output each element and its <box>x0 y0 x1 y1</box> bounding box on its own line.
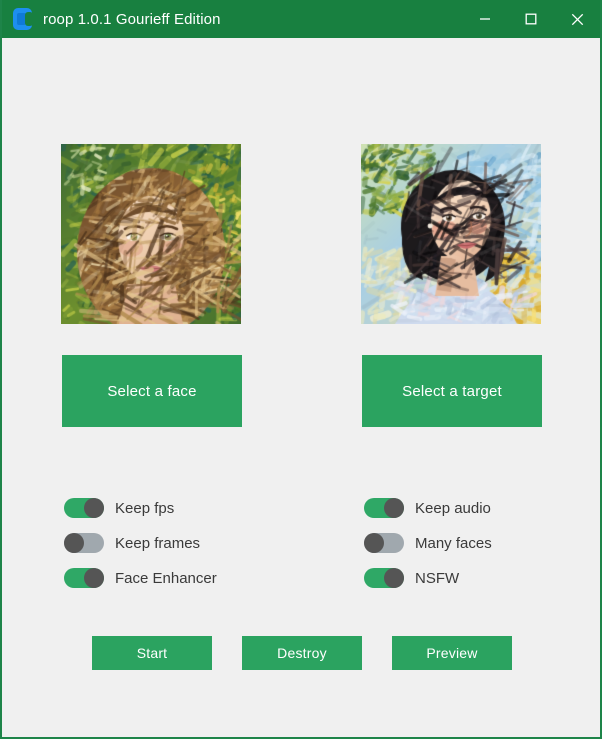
app-window: roop 1.0.1 Gourieff Edition Select a fac… <box>0 0 602 739</box>
toggle-switch-nsfw[interactable] <box>364 568 404 588</box>
option-keep-fps[interactable]: Keep fps <box>64 496 174 520</box>
toggle-switch-keep-audio[interactable] <box>364 498 404 518</box>
roop-app-icon <box>12 8 34 30</box>
option-label: Many faces <box>415 534 492 552</box>
minimize-icon[interactable] <box>462 0 508 38</box>
toggle-switch-many-faces[interactable] <box>364 533 404 553</box>
start-button[interactable]: Start <box>92 636 212 670</box>
close-icon[interactable] <box>554 0 600 38</box>
option-label: Keep frames <box>115 534 201 552</box>
toggle-switch-keep-frames[interactable] <box>64 533 104 553</box>
option-label: Keep fps <box>115 499 175 517</box>
window-title: roop 1.0.1 Gourieff Edition <box>43 10 221 28</box>
main-content: Select a face Select a target Keep fps K… <box>2 38 600 737</box>
select-face-button[interactable]: Select a face <box>62 355 242 427</box>
maximize-icon[interactable] <box>508 0 554 38</box>
destroy-button[interactable]: Destroy <box>242 636 362 670</box>
target-image-preview[interactable] <box>361 144 541 324</box>
source-face-preview[interactable] <box>61 144 241 324</box>
toggle-switch-face-enhancer[interactable] <box>64 568 104 588</box>
option-label: NSFW <box>415 569 460 587</box>
option-keep-audio[interactable]: Keep audio <box>364 496 491 520</box>
option-many-faces[interactable]: Many faces <box>364 531 492 555</box>
select-target-button[interactable]: Select a target <box>362 355 542 427</box>
option-keep-frames[interactable]: Keep frames <box>64 531 200 555</box>
option-label: Face Enhancer <box>115 569 217 587</box>
toggle-switch-keep-fps[interactable] <box>64 498 104 518</box>
title-bar[interactable]: roop 1.0.1 Gourieff Edition <box>2 0 600 38</box>
window-controls <box>462 0 600 38</box>
preview-button[interactable]: Preview <box>392 636 512 670</box>
option-label: Keep audio <box>415 499 491 517</box>
option-face-enhancer[interactable]: Face Enhancer <box>64 566 217 590</box>
option-nsfw[interactable]: NSFW <box>364 566 459 590</box>
